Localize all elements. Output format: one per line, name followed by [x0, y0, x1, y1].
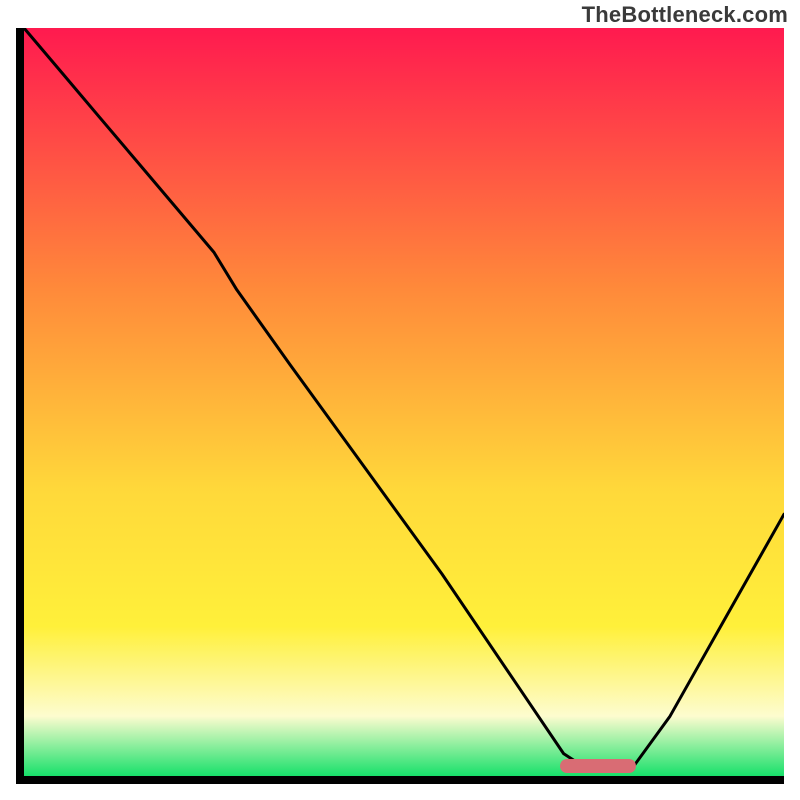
optimum-marker: [560, 759, 636, 773]
bottleneck-curve: [24, 28, 784, 769]
chart-container: TheBottleneck.com: [0, 0, 800, 800]
watermark-text: TheBottleneck.com: [582, 2, 788, 28]
curve-svg: [24, 28, 784, 776]
plot-area: [16, 28, 784, 784]
